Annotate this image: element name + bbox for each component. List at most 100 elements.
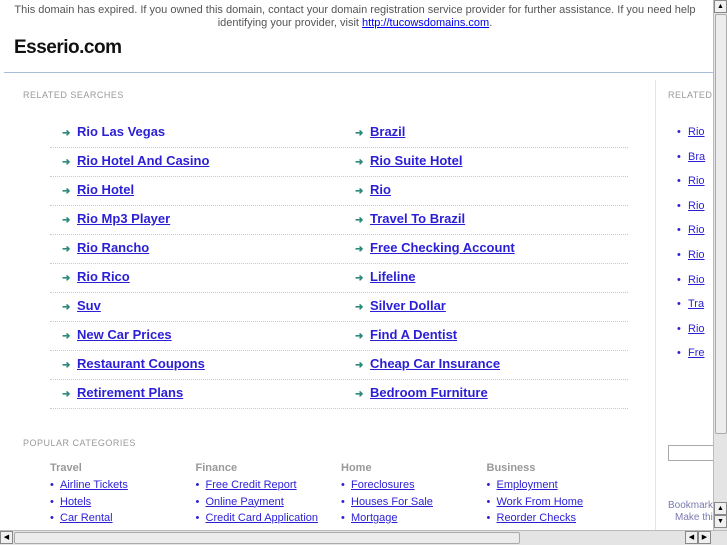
related-search-label: Cheap Car Insurance (370, 356, 501, 371)
scroll-up-icon[interactable]: ▲ (714, 0, 727, 13)
related-search-label: Rio Rancho (77, 240, 150, 255)
category-title: Business (486, 462, 536, 474)
related-row: ➜ Rio Hotel And Casino ➜ Rio Suite Hotel (50, 148, 628, 177)
sidebar-related-link[interactable]: Fre (677, 347, 704, 359)
arrow-icon: ➜ (62, 273, 71, 284)
category-link[interactable]: Houses For Sale (341, 496, 481, 513)
sidebar-related-link[interactable]: Rio (677, 323, 704, 335)
arrow-icon: ➜ (62, 360, 71, 371)
horizontal-scroll-thumb[interactable] (14, 532, 520, 544)
arrow-icon: ➜ (62, 389, 71, 400)
related-search-link[interactable]: ➜ Restaurant Coupons (62, 356, 205, 371)
arrow-icon: ➜ (355, 244, 364, 255)
expired-notice: This domain has expired. If you owned th… (10, 4, 700, 30)
category-link[interactable]: Employment (487, 479, 627, 496)
related-search-link[interactable]: ➜ Rio Mp3 Player (62, 211, 170, 226)
arrow-icon: ➜ (355, 360, 364, 371)
category-link[interactable]: Mortgage (341, 512, 481, 529)
related-row: ➜ Rio Hotel ➜ Rio (50, 177, 628, 206)
related-search-label: Silver Dollar (370, 298, 446, 313)
horizontal-scrollbar[interactable]: ◀ ◀ ▶ (0, 530, 727, 545)
category-link[interactable]: Airline Tickets (50, 479, 190, 496)
related-search-label: New Car Prices (77, 327, 172, 342)
column-divider (655, 80, 656, 530)
scroll-left-icon[interactable]: ◀ (0, 531, 13, 544)
sidebar-related-link[interactable]: Rio (677, 274, 704, 286)
arrow-icon: ➜ (62, 244, 71, 255)
related-search-label: Rio (370, 182, 391, 197)
related-row: ➜ Rio Mp3 Player ➜ Travel To Brazil (50, 206, 628, 235)
related-row: ➜ Rio Rancho ➜ Free Checking Account (50, 235, 628, 264)
sidebar-related-link[interactable]: Rio (677, 126, 704, 138)
arrow-icon: ➜ (62, 157, 71, 168)
related-search-link[interactable]: ➜ Free Checking Account (355, 240, 515, 255)
bookmark-link[interactable]: Bookmark (668, 500, 713, 511)
related-search-link[interactable]: ➜ Rio Las Vegas (62, 124, 165, 139)
related-search-label: Rio Mp3 Player (77, 211, 171, 226)
category-link[interactable]: Foreclosures (341, 479, 481, 496)
sidebar-related-link[interactable]: Rio (677, 175, 704, 187)
related-search-label: Free Checking Account (370, 240, 515, 255)
related-search-link[interactable]: ➜ Suv (62, 298, 101, 313)
arrow-icon: ➜ (355, 302, 364, 313)
related-search-label: Restaurant Coupons (77, 356, 205, 371)
related-search-link[interactable]: ➜ Rio Hotel And Casino (62, 153, 209, 168)
related-search-link[interactable]: ➜ Lifeline (355, 269, 416, 284)
category-link[interactable]: Work From Home (487, 496, 627, 513)
category-travel: Travel Airline TicketsHotelsCar Rental (50, 462, 190, 529)
sidebar-related-list: Rio Bra Rio Rio Rio Rio Rio Tra Rio Fre (668, 80, 713, 530)
category-link[interactable]: Reorder Checks (487, 512, 627, 529)
related-row: ➜ Suv ➜ Silver Dollar (50, 293, 628, 322)
scroll-left-icon[interactable]: ◀ (685, 531, 698, 544)
vertical-scrollbar[interactable]: ▲ ▲ ▼ (713, 0, 727, 530)
sidebar-related-link[interactable]: Tra (677, 298, 704, 310)
related-search-link[interactable]: ➜ Rio (355, 182, 391, 197)
category-link[interactable]: Credit Card Application (196, 512, 336, 529)
category-link[interactable]: Free Credit Report (196, 479, 336, 496)
related-search-link[interactable]: ➜ Find A Dentist (355, 327, 457, 342)
related-search-link[interactable]: ➜ Cheap Car Insurance (355, 356, 500, 371)
related-search-link[interactable]: ➜ Retirement Plans (62, 385, 183, 400)
arrow-icon: ➜ (62, 215, 71, 226)
notice-end: . (489, 17, 493, 29)
category-link[interactable]: Car Rental (50, 512, 190, 529)
related-search-link[interactable]: ➜ Rio Rancho (62, 240, 149, 255)
related-search-link[interactable]: ➜ Silver Dollar (355, 298, 446, 313)
scroll-right-icon[interactable]: ▶ (698, 531, 711, 544)
category-link[interactable]: Hotels (50, 496, 190, 513)
related-search-label: Travel To Brazil (370, 211, 466, 226)
sidebar-related-link[interactable]: Bra (677, 151, 705, 163)
scroll-down-icon[interactable]: ▼ (714, 515, 727, 528)
related-search-link[interactable]: ➜ Rio Suite Hotel (355, 153, 462, 168)
related-row: ➜ Rio Rico ➜ Lifeline (50, 264, 628, 293)
related-search-label: Lifeline (370, 269, 416, 284)
arrow-icon: ➜ (62, 331, 71, 342)
related-search-link[interactable]: ➜ Rio Rico (62, 269, 130, 284)
related-search-label: Suv (77, 298, 101, 313)
category-link[interactable]: Online Payment (196, 496, 336, 513)
arrow-icon: ➜ (62, 128, 71, 139)
related-search-link[interactable]: ➜ New Car Prices (62, 327, 172, 342)
related-search-label: Rio Suite Hotel (370, 153, 463, 168)
related-search-link[interactable]: ➜ Brazil (355, 124, 405, 139)
site-title: Esserio.com (14, 37, 122, 58)
arrow-icon: ➜ (355, 215, 364, 226)
arrow-icon: ➜ (355, 157, 364, 168)
arrow-icon: ➜ (62, 302, 71, 313)
related-search-link[interactable]: ➜ Rio Hotel (62, 182, 134, 197)
vertical-scroll-thumb[interactable] (715, 14, 727, 434)
sidebar-search-input[interactable] (668, 445, 718, 461)
category-title: Finance (195, 462, 238, 474)
category-finance: Finance Free Credit ReportOnline PaymentC… (196, 462, 336, 529)
arrow-icon: ➜ (355, 389, 364, 400)
arrow-icon: ➜ (355, 128, 364, 139)
related-search-link[interactable]: ➜ Bedroom Furniture (355, 385, 488, 400)
tucows-link[interactable]: http://tucowsdomains.com (362, 17, 489, 29)
related-search-link[interactable]: ➜ Travel To Brazil (355, 211, 465, 226)
category-title: Home (341, 462, 372, 474)
sidebar-related-link[interactable]: Rio (677, 224, 704, 236)
related-row: ➜ Rio Las Vegas ➜ Brazil (50, 119, 628, 148)
sidebar-related-link[interactable]: Rio (677, 249, 704, 261)
scroll-up-icon[interactable]: ▲ (714, 502, 727, 515)
sidebar-related-link[interactable]: Rio (677, 200, 704, 212)
